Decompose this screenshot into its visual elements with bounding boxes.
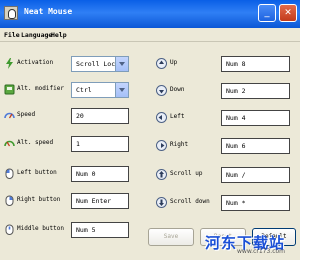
alt-speed-icon xyxy=(4,138,15,149)
minimize-button[interactable]: _ xyxy=(258,4,276,22)
speed-label: Speed xyxy=(17,111,36,118)
alt-modifier-select[interactable]: Ctrl xyxy=(71,82,129,98)
app-mouse-icon xyxy=(4,6,18,20)
middle-button-input[interactable]: Num 5 xyxy=(71,222,129,238)
watermark-url: www.cr173.com xyxy=(237,248,286,255)
left-input[interactable]: Num 4 xyxy=(221,110,290,126)
neat-mouse-window: Neat Mouse _ ✕ File Language Help Activa… xyxy=(0,0,300,260)
down-input[interactable]: Num 2 xyxy=(221,83,290,99)
settings-panel: Activation Scroll Lock Alt. modifier Ctr… xyxy=(0,42,300,260)
save-button[interactable]: Save xyxy=(148,228,194,246)
mouse-right-icon xyxy=(4,195,15,206)
speed-icon xyxy=(4,110,15,121)
mouse-middle-icon xyxy=(4,224,15,235)
menu-bar: File Language Help xyxy=(0,28,300,42)
left-button-label: Left button xyxy=(17,169,57,176)
arrow-left-icon xyxy=(156,112,167,123)
chevron-down-icon[interactable] xyxy=(115,57,128,71)
close-button[interactable]: ✕ xyxy=(279,4,297,22)
chevron-down-icon[interactable] xyxy=(115,83,128,97)
scroll-down-label: Scroll down xyxy=(170,198,210,205)
scroll-up-label: Scroll up xyxy=(170,170,203,177)
speed-input[interactable]: 20 xyxy=(71,108,129,124)
alt-speed-label: Alt. speed xyxy=(17,139,54,146)
arrow-up-icon xyxy=(156,58,167,69)
menu-language[interactable]: Language xyxy=(21,31,52,39)
scroll-down-icon xyxy=(156,197,167,208)
alt-speed-input[interactable]: 1 xyxy=(71,136,129,152)
right-label: Right xyxy=(170,141,189,148)
up-label: Up xyxy=(170,59,178,66)
arrow-down-icon xyxy=(156,85,167,96)
window-title: Neat Mouse xyxy=(24,7,73,16)
right-button-label: Right button xyxy=(17,196,61,203)
left-label: Left xyxy=(170,113,185,120)
down-label: Down xyxy=(170,86,185,93)
scroll-up-input[interactable]: Num / xyxy=(221,167,290,183)
modifier-key-icon xyxy=(4,84,15,95)
alt-modifier-label: Alt. modifier xyxy=(17,85,64,92)
middle-button-label: Middle button xyxy=(17,225,64,232)
title-bar[interactable]: Neat Mouse _ ✕ xyxy=(0,0,300,28)
scroll-down-input[interactable]: Num * xyxy=(221,195,290,211)
mouse-left-icon xyxy=(4,168,15,179)
scroll-up-icon xyxy=(156,169,167,180)
right-button-input[interactable]: Num Enter xyxy=(71,193,129,209)
activation-select[interactable]: Scroll Lock xyxy=(71,56,129,72)
menu-help[interactable]: Help xyxy=(51,31,67,39)
right-input[interactable]: Num 6 xyxy=(221,138,290,154)
lightning-icon xyxy=(4,58,15,69)
left-button-input[interactable]: Num 0 xyxy=(71,166,129,182)
menu-file[interactable]: File xyxy=(4,31,20,39)
activation-value: Scroll Lock xyxy=(76,60,120,68)
activation-label: Activation xyxy=(17,59,54,66)
up-input[interactable]: Num 8 xyxy=(221,56,290,72)
alt-modifier-value: Ctrl xyxy=(76,86,92,94)
arrow-right-icon xyxy=(156,140,167,151)
